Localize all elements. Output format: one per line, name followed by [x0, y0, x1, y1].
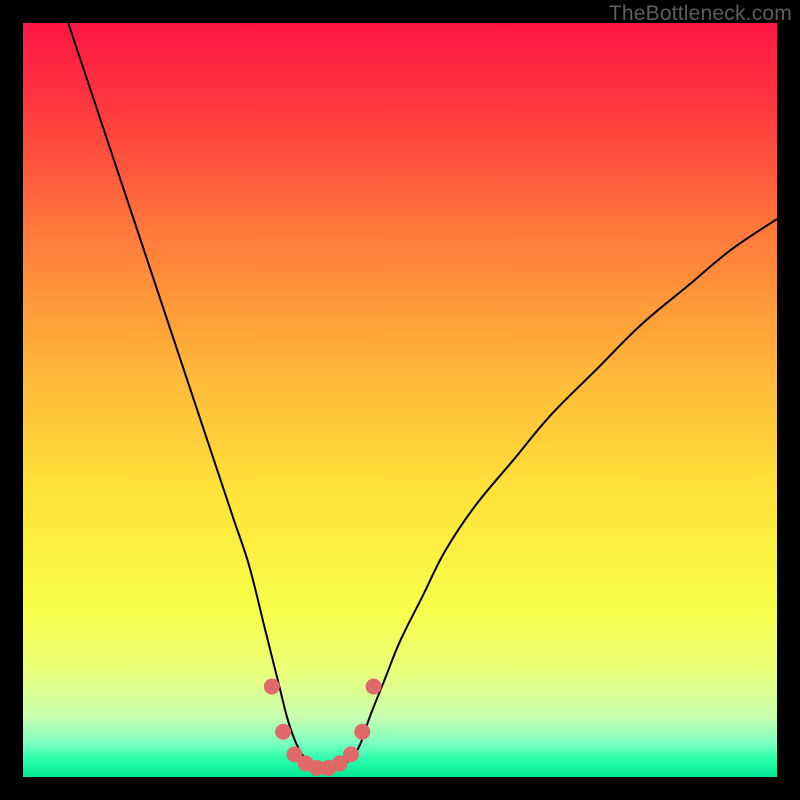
highlight-dot [275, 724, 291, 740]
highlight-dot [343, 746, 359, 762]
highlight-dot [366, 679, 382, 695]
highlight-dot [354, 724, 370, 740]
bottleneck-chart [23, 23, 777, 777]
chart-container: TheBottleneck.com [0, 0, 800, 800]
highlight-dot [264, 679, 280, 695]
gradient-background [23, 23, 777, 777]
